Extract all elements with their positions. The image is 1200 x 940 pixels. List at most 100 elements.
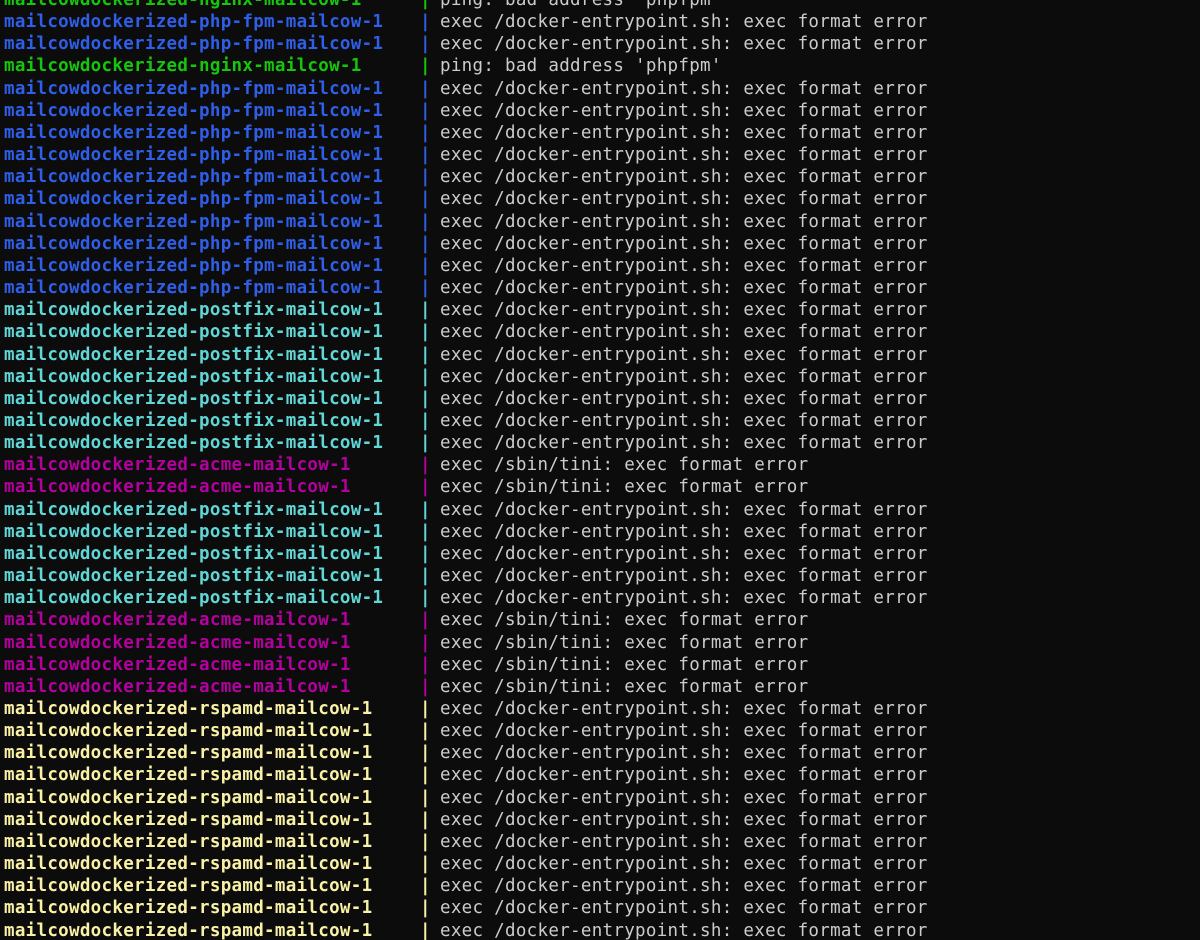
log-separator: | bbox=[420, 543, 431, 564]
log-line: mailcowdockerized-rspamd-mailcow-1 | exec … bbox=[4, 742, 928, 764]
log-line: mailcowdockerized-php-fpm-mailcow-1 | exec… bbox=[4, 233, 928, 255]
log-line: mailcowdockerized-rspamd-mailcow-1 | exec … bbox=[4, 875, 928, 897]
log-separator: | bbox=[420, 610, 431, 631]
terminal-output[interactable]: mailcowdockerized-nginx-mailcow-1 | ping: … bbox=[0, 0, 1200, 940]
log-message: exec /docker-entrypoint.sh: exec format … bbox=[440, 765, 928, 786]
log-line: mailcowdockerized-php-fpm-mailcow-1 | exec… bbox=[4, 166, 928, 188]
log-separator: | bbox=[420, 521, 431, 542]
log-separator: | bbox=[420, 876, 431, 897]
log-separator: | bbox=[420, 809, 431, 830]
container-name: mailcowdockerized-php-fpm-mailcow-1 bbox=[4, 189, 384, 210]
log-message: exec /sbin/tini: exec format error bbox=[440, 455, 809, 476]
container-name: mailcowdockerized-rspamd-mailcow-1 bbox=[4, 898, 373, 919]
log-message: exec /docker-entrypoint.sh: exec format … bbox=[440, 831, 928, 852]
container-name: mailcowdockerized-postfix-mailcow-1 bbox=[4, 499, 384, 520]
container-name: mailcowdockerized-rspamd-mailcow-1 bbox=[4, 854, 373, 875]
container-name: mailcowdockerized-php-fpm-mailcow-1 bbox=[4, 278, 384, 299]
log-message: exec /docker-entrypoint.sh: exec format … bbox=[440, 34, 928, 55]
container-name: mailcowdockerized-postfix-mailcow-1 bbox=[4, 322, 384, 343]
log-line: mailcowdockerized-rspamd-mailcow-1 | exec … bbox=[4, 787, 928, 809]
container-name: mailcowdockerized-acme-mailcow-1 bbox=[4, 632, 351, 653]
log-separator: | bbox=[420, 743, 431, 764]
log-separator: | bbox=[420, 388, 431, 409]
log-line: mailcowdockerized-postfix-mailcow-1 | exec… bbox=[4, 565, 928, 587]
container-name: mailcowdockerized-php-fpm-mailcow-1 bbox=[4, 211, 384, 232]
log-message: exec /docker-entrypoint.sh: exec format … bbox=[440, 300, 928, 321]
container-name: mailcowdockerized-php-fpm-mailcow-1 bbox=[4, 34, 384, 55]
log-message: exec /docker-entrypoint.sh: exec format … bbox=[440, 566, 928, 587]
log-separator: | bbox=[420, 632, 431, 653]
log-separator: | bbox=[420, 145, 431, 166]
log-separator: | bbox=[420, 787, 431, 808]
log-line: mailcowdockerized-php-fpm-mailcow-1 | exec… bbox=[4, 78, 928, 100]
log-separator: | bbox=[420, 322, 431, 343]
log-separator: | bbox=[420, 300, 431, 321]
container-name: mailcowdockerized-php-fpm-mailcow-1 bbox=[4, 100, 384, 121]
log-separator: | bbox=[420, 566, 431, 587]
container-name: mailcowdockerized-acme-mailcow-1 bbox=[4, 654, 351, 675]
container-name: mailcowdockerized-php-fpm-mailcow-1 bbox=[4, 167, 384, 188]
container-name: mailcowdockerized-postfix-mailcow-1 bbox=[4, 521, 384, 542]
log-message: exec /docker-entrypoint.sh: exec format … bbox=[440, 233, 928, 254]
log-line: mailcowdockerized-rspamd-mailcow-1 | exec … bbox=[4, 698, 928, 720]
log-message: exec /sbin/tini: exec format error bbox=[440, 676, 809, 697]
log-line: mailcowdockerized-rspamd-mailcow-1 | exec … bbox=[4, 720, 928, 742]
container-name: mailcowdockerized-php-fpm-mailcow-1 bbox=[4, 145, 384, 166]
container-name: mailcowdockerized-postfix-mailcow-1 bbox=[4, 588, 384, 609]
log-line: mailcowdockerized-acme-mailcow-1 | exec /s… bbox=[4, 476, 928, 498]
log-line: mailcowdockerized-nginx-mailcow-1 | ping: … bbox=[4, 0, 928, 11]
log-message: exec /docker-entrypoint.sh: exec format … bbox=[440, 543, 928, 564]
log-separator: | bbox=[420, 122, 431, 143]
log-message: exec /docker-entrypoint.sh: exec format … bbox=[440, 189, 928, 210]
log-line: mailcowdockerized-php-fpm-mailcow-1 | exec… bbox=[4, 11, 928, 33]
log-message: exec /docker-entrypoint.sh: exec format … bbox=[440, 787, 928, 808]
log-message: exec /docker-entrypoint.sh: exec format … bbox=[440, 344, 928, 365]
log-message: exec /sbin/tini: exec format error bbox=[440, 610, 809, 631]
log-separator: | bbox=[420, 920, 431, 940]
log-line: mailcowdockerized-postfix-mailcow-1 | exec… bbox=[4, 521, 928, 543]
container-name: mailcowdockerized-php-fpm-mailcow-1 bbox=[4, 12, 384, 33]
log-line: mailcowdockerized-php-fpm-mailcow-1 | exec… bbox=[4, 100, 928, 122]
container-name: mailcowdockerized-postfix-mailcow-1 bbox=[4, 366, 384, 387]
log-separator: | bbox=[420, 588, 431, 609]
log-separator: | bbox=[420, 189, 431, 210]
log-line: mailcowdockerized-postfix-mailcow-1 | exec… bbox=[4, 366, 928, 388]
log-line: mailcowdockerized-php-fpm-mailcow-1 | exec… bbox=[4, 144, 928, 166]
log-line: mailcowdockerized-rspamd-mailcow-1 | exec … bbox=[4, 764, 928, 786]
container-name: mailcowdockerized-rspamd-mailcow-1 bbox=[4, 765, 373, 786]
log-line: mailcowdockerized-postfix-mailcow-1 | exec… bbox=[4, 587, 928, 609]
log-message: exec /docker-entrypoint.sh: exec format … bbox=[440, 898, 928, 919]
log-message: exec /sbin/tini: exec format error bbox=[440, 632, 809, 653]
log-separator: | bbox=[420, 721, 431, 742]
log-separator: | bbox=[420, 167, 431, 188]
container-name: mailcowdockerized-postfix-mailcow-1 bbox=[4, 410, 384, 431]
log-message: exec /docker-entrypoint.sh: exec format … bbox=[440, 167, 928, 188]
log-line: mailcowdockerized-acme-mailcow-1 | exec /s… bbox=[4, 454, 928, 476]
log-message: exec /docker-entrypoint.sh: exec format … bbox=[440, 278, 928, 299]
log-line: mailcowdockerized-php-fpm-mailcow-1 | exec… bbox=[4, 211, 928, 233]
log-separator: | bbox=[420, 433, 431, 454]
log-separator: | bbox=[420, 676, 431, 697]
log-line: mailcowdockerized-rspamd-mailcow-1 | exec … bbox=[4, 831, 928, 853]
log-message: exec /docker-entrypoint.sh: exec format … bbox=[440, 499, 928, 520]
log-separator: | bbox=[420, 0, 431, 10]
log-separator: | bbox=[420, 56, 431, 77]
log-line: mailcowdockerized-nginx-mailcow-1 | ping: … bbox=[4, 55, 928, 77]
log-separator: | bbox=[420, 477, 431, 498]
log-line: mailcowdockerized-postfix-mailcow-1 | exec… bbox=[4, 410, 928, 432]
log-separator: | bbox=[420, 366, 431, 387]
log-line: mailcowdockerized-rspamd-mailcow-1 | exec … bbox=[4, 853, 928, 875]
log-line: mailcowdockerized-acme-mailcow-1 | exec /s… bbox=[4, 609, 928, 631]
log-line: mailcowdockerized-php-fpm-mailcow-1 | exec… bbox=[4, 122, 928, 144]
log-separator: | bbox=[420, 278, 431, 299]
log-line: mailcowdockerized-postfix-mailcow-1 | exec… bbox=[4, 321, 928, 343]
log-message: exec /docker-entrypoint.sh: exec format … bbox=[440, 255, 928, 276]
container-name: mailcowdockerized-postfix-mailcow-1 bbox=[4, 388, 384, 409]
log-message: exec /sbin/tini: exec format error bbox=[440, 654, 809, 675]
log-line: mailcowdockerized-postfix-mailcow-1 | exec… bbox=[4, 388, 928, 410]
log-separator: | bbox=[420, 211, 431, 232]
log-message: exec /docker-entrypoint.sh: exec format … bbox=[440, 78, 928, 99]
container-name: mailcowdockerized-postfix-mailcow-1 bbox=[4, 433, 384, 454]
container-name: mailcowdockerized-postfix-mailcow-1 bbox=[4, 344, 384, 365]
container-name: mailcowdockerized-acme-mailcow-1 bbox=[4, 676, 351, 697]
